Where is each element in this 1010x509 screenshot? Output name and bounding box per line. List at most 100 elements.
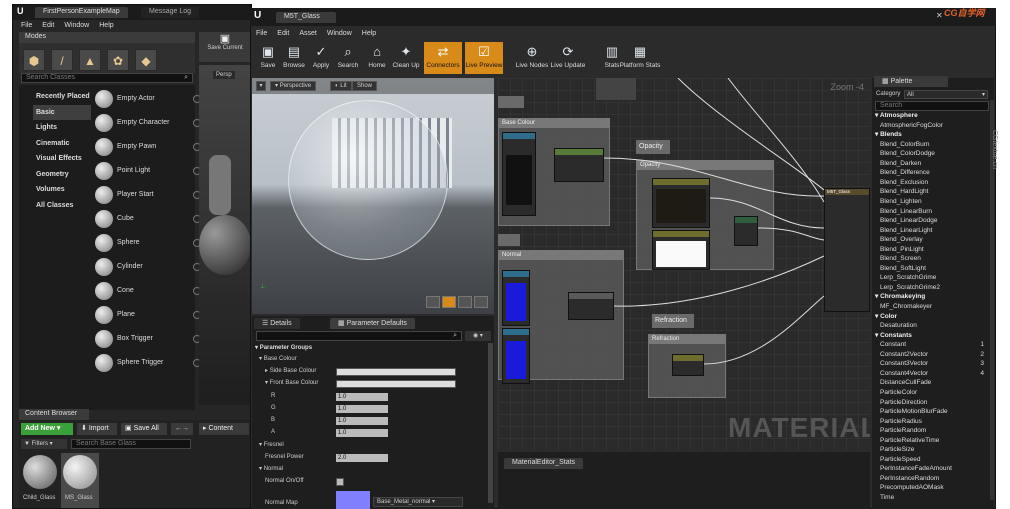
- palette-item[interactable]: Blend_LinearLight: [880, 226, 990, 236]
- category-4[interactable]: Visual Effects: [33, 151, 91, 166]
- fresnel-group[interactable]: ▾ Fresnel: [255, 440, 495, 451]
- menu-help[interactable]: Help: [362, 30, 376, 37]
- category-5[interactable]: Geometry: [33, 167, 91, 182]
- sphere-preview-icon[interactable]: [442, 296, 456, 308]
- actor-item[interactable]: Sphere: [93, 231, 205, 255]
- cylinder-preview-icon[interactable]: [426, 296, 440, 308]
- tab-parameter-defaults[interactable]: ▦ Parameter Defaults: [330, 318, 415, 329]
- place-mode-icon[interactable]: ⬢: [23, 49, 45, 71]
- content-browser-tab[interactable]: Content Browser: [19, 409, 89, 420]
- palette-item[interactable]: Desaturation: [880, 321, 990, 331]
- actor-item[interactable]: Cone: [93, 279, 205, 303]
- save-all-button[interactable]: ▣ Save All: [121, 423, 167, 435]
- palette-item[interactable]: ParticleColor: [880, 388, 990, 398]
- foliage-mode-icon[interactable]: ✿: [107, 49, 129, 71]
- paint-mode-icon[interactable]: /: [51, 49, 73, 71]
- actor-item[interactable]: Sphere Trigger: [93, 351, 205, 375]
- actor-item[interactable]: Box Trigger: [93, 327, 205, 351]
- actor-item[interactable]: Cube: [93, 207, 205, 231]
- palette-item[interactable]: Blend_PinLight: [880, 245, 990, 255]
- palette-item[interactable]: AtmosphericFogColor: [880, 121, 990, 131]
- tab-palette[interactable]: ▦ Palette: [874, 76, 948, 87]
- palette-item[interactable]: DistanceCullFade: [880, 378, 990, 388]
- actor-item[interactable]: Player Start: [93, 183, 205, 207]
- close-icon[interactable]: ✕: [936, 11, 943, 20]
- palette-item[interactable]: MF_Chromakeyer: [880, 302, 990, 312]
- palette-item[interactable]: Blend_ColorBurn: [880, 140, 990, 150]
- palette-item[interactable]: Blend_SoftLight: [880, 264, 990, 274]
- toolbar-4[interactable]: ⌂ Home: [363, 42, 391, 74]
- g-value-input[interactable]: 1.0: [336, 405, 388, 413]
- filters-button[interactable]: ▼ Filters ▾: [21, 439, 67, 449]
- palette-item[interactable]: ParticleRandom: [880, 426, 990, 436]
- tab-material-stats[interactable]: MaterialEditor_Stats: [504, 458, 584, 469]
- view-options-icon[interactable]: ◉ ▾: [465, 331, 491, 341]
- tab-message-log[interactable]: Message Log: [141, 7, 200, 18]
- palette-item[interactable]: Constant 1: [880, 340, 990, 350]
- palette-item[interactable]: Blend_Screen: [880, 254, 990, 264]
- palette-item[interactable]: Blend_LinearDodge: [880, 216, 990, 226]
- palette-category[interactable]: ▾ Chromakeying: [875, 292, 985, 302]
- actor-item[interactable]: Empty Actor: [93, 87, 205, 111]
- palette-item[interactable]: Blend_ColorDodge: [880, 149, 990, 159]
- tab-material[interactable]: M5T_Glass: [276, 12, 336, 23]
- toolbar-6[interactable]: ⇄ Connectors: [424, 42, 462, 74]
- actor-item[interactable]: Empty Character: [93, 111, 205, 135]
- material-preview-viewport[interactable]: ▾ ▾ Perspective ◐ Lit Show ⊥: [252, 78, 494, 314]
- palette-item[interactable]: PrecomputedAOMask: [880, 483, 990, 493]
- palette-item[interactable]: Time: [880, 493, 990, 503]
- front-base-colour-swatch[interactable]: [336, 380, 456, 388]
- landscape-mode-icon[interactable]: ▲: [79, 49, 101, 71]
- palette-item[interactable]: Blend_Exclusion: [880, 178, 990, 188]
- menu-file[interactable]: File: [21, 22, 32, 29]
- palette-item[interactable]: ParticleRadius: [880, 417, 990, 427]
- viewport-perspective-label[interactable]: Persp: [213, 71, 235, 79]
- palette-item[interactable]: Lerp_ScratchGrime: [880, 273, 990, 283]
- palette-item[interactable]: Blend_LinearBurn: [880, 207, 990, 217]
- palette-item[interactable]: ParticleDirection: [880, 398, 990, 408]
- search-classes-input[interactable]: Search Classes ⌕: [21, 73, 193, 83]
- lit-button[interactable]: ◐ Lit: [330, 81, 352, 91]
- category-6[interactable]: Volumes: [33, 182, 91, 197]
- palette-item[interactable]: Constant3Vector 3: [880, 359, 990, 369]
- menu-edit[interactable]: Edit: [42, 22, 54, 29]
- b-value-input[interactable]: 1.0: [336, 417, 388, 425]
- palette-item[interactable]: Blend_HardLight: [880, 187, 990, 197]
- a-value-input[interactable]: 1.0: [336, 429, 388, 437]
- category-7[interactable]: All Classes: [33, 198, 91, 213]
- palette-item[interactable]: ParticleMotionBlurFade: [880, 407, 990, 417]
- toolbar-2[interactable]: ✓ Apply: [307, 42, 335, 74]
- palette-category[interactable]: ▾ Constants: [875, 331, 985, 341]
- palette-item[interactable]: Blend_Difference: [880, 168, 990, 178]
- category-3[interactable]: Cinematic: [33, 136, 91, 151]
- geometry-mode-icon[interactable]: ◆: [135, 49, 157, 71]
- level-viewport[interactable]: Persp: [199, 65, 251, 405]
- actor-item[interactable]: Point Light: [93, 159, 205, 183]
- palette-category[interactable]: ▾ Color: [875, 312, 985, 322]
- normal-group[interactable]: ▾ Normal: [255, 464, 495, 475]
- menu-asset[interactable]: Asset: [299, 30, 317, 37]
- actor-item[interactable]: Plane: [93, 303, 205, 327]
- r-value-input[interactable]: 1.0: [336, 393, 388, 401]
- content-search-input[interactable]: Search Base Glass: [71, 439, 191, 449]
- palette-search-input[interactable]: Search: [875, 101, 989, 111]
- normal-map-asset-select[interactable]: Base_Metal_normal ▾: [373, 497, 463, 507]
- tab-level-map[interactable]: FirstPersonExampleMap: [35, 7, 128, 18]
- palette-item[interactable]: PerInstanceRandom: [880, 474, 990, 484]
- toolbar-11[interactable]: ▦ Platform Stats: [618, 42, 662, 74]
- content-path-button[interactable]: ▸ Content: [199, 423, 249, 435]
- base-colour-group[interactable]: ▾ Base Colour: [255, 354, 495, 365]
- menu-help[interactable]: Help: [99, 22, 113, 29]
- palette-item[interactable]: PerInstanceFadeAmount: [880, 464, 990, 474]
- palette-item[interactable]: Lerp_ScratchGrime2: [880, 283, 990, 293]
- menu-file[interactable]: File: [256, 30, 267, 37]
- actor-item[interactable]: Cylinder: [93, 255, 205, 279]
- palette-item[interactable]: Blend_Darken: [880, 159, 990, 169]
- show-button[interactable]: Show: [352, 81, 378, 91]
- fresnel-power-input[interactable]: 2.0: [336, 454, 388, 462]
- viewport-options-button[interactable]: ▾: [256, 81, 266, 91]
- details-scrollbar[interactable]: [488, 343, 493, 503]
- toolbar-0[interactable]: ▣ Save: [254, 42, 282, 74]
- palette-category[interactable]: ▾ Atmosphere: [875, 111, 985, 121]
- toolbar-3[interactable]: ⌕ Search: [334, 42, 362, 74]
